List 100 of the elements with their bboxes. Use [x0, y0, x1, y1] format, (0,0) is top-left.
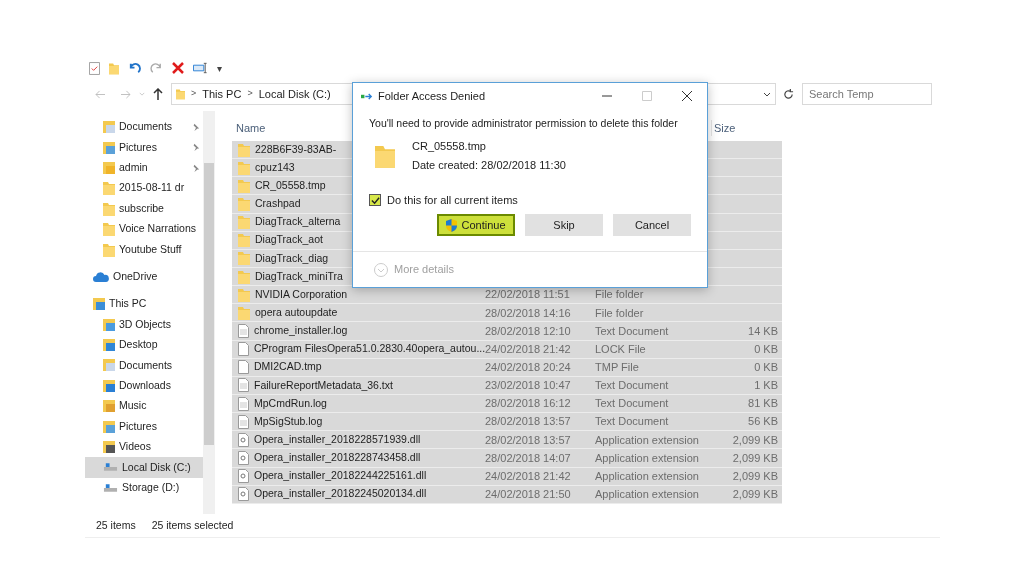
file-name: Opera_installer_20182244225161.dll — [254, 468, 427, 484]
file-row[interactable]: opera autoupdate 28/02/2018 14:16 File folder — [232, 304, 782, 323]
breadcrumb-separator: > — [247, 87, 253, 101]
file-name: DMI2CAD.tmp — [254, 359, 322, 375]
text-document-icon — [238, 414, 249, 429]
sidebar-item[interactable]: Storage (D:) — [85, 477, 203, 499]
dialog-button[interactable]: Continue — [437, 214, 515, 237]
sidebar-item[interactable]: subscribe — [85, 198, 203, 219]
file-row[interactable]: MpSigStub.log 28/02/2018 13:57 Text Document 56 KB — [232, 413, 782, 432]
text-document-icon — [238, 323, 249, 338]
breadcrumb-item[interactable]: This PC — [202, 85, 242, 103]
sidebar-item[interactable]: OneDrive — [85, 266, 203, 288]
file-name: chrome_installer.log — [254, 323, 348, 339]
date-cell-text: 24/02/2018 21:50 — [485, 487, 572, 502]
maximize-icon[interactable] — [642, 91, 652, 101]
size-cell-text: 2,099 KB — [732, 432, 779, 448]
size-cell-text: 2,099 KB — [732, 468, 779, 484]
sidebar-item[interactable]: Documents — [85, 117, 203, 138]
gear-document-icon — [238, 450, 249, 465]
drive-icon — [103, 482, 118, 493]
date-cell-text: 23/02/2018 10:47 — [485, 378, 572, 394]
file-name: Opera_installer_2018228571939.dll — [254, 431, 421, 447]
type-cell-text: Application extension — [595, 468, 700, 484]
folder-icon — [103, 242, 115, 257]
date-cell-text: 28/02/2018 14:16 — [485, 305, 572, 321]
file-name: opera autoupdate — [255, 304, 338, 320]
expand-chevron-icon[interactable] — [374, 262, 388, 277]
sidebar-item[interactable]: This PC — [85, 294, 203, 315]
type-cell-text: Text Document — [595, 378, 670, 394]
close-icon[interactable] — [682, 91, 692, 101]
scrollbar-thumb[interactable] — [204, 163, 214, 445]
permission-message: You'll need to provide administrator permission to delete this folder — [369, 116, 679, 131]
folder-icon — [103, 201, 115, 216]
sidebar-item[interactable]: admin — [85, 157, 203, 179]
breadcrumb-item[interactable]: Local Disk (C:) — [258, 85, 331, 103]
customize-dropdown[interactable]: ▾ — [217, 60, 222, 76]
size-cell-text: 2,099 KB — [732, 487, 779, 502]
date-cell-text: 24/02/2018 21:42 — [485, 341, 572, 357]
file-name: DiagTrack_alterna — [255, 214, 341, 230]
folder-icon — [176, 88, 185, 100]
dialog-button[interactable]: Skip — [525, 214, 603, 237]
sidebar-item[interactable]: Music — [85, 396, 203, 417]
sidebar-item[interactable]: Youtube Stuff — [85, 239, 203, 260]
scrollbar[interactable] — [203, 111, 215, 514]
sidebar-item[interactable]: Videos — [85, 436, 203, 458]
file-name: DiagTrack_aot — [255, 232, 323, 248]
type-cell-text: LOCK File — [595, 341, 647, 357]
sidebar-item[interactable]: Desktop — [85, 334, 203, 356]
sidebar-item[interactable]: Downloads — [85, 375, 203, 397]
sidebar-item[interactable]: Pictures — [85, 416, 203, 437]
file-name: NVIDIA Corporation — [255, 286, 348, 302]
search-field[interactable]: Search Temp — [802, 83, 932, 105]
sidebar-item[interactable]: 3D Objects — [85, 314, 203, 335]
file-name: 228B6F39-83AB- — [255, 141, 337, 157]
chevron-down-icon[interactable] — [763, 91, 771, 97]
back-arrow-icon[interactable] — [95, 89, 106, 99]
file-row[interactable]: Opera_installer_2018228571939.dll 28/02/2018 13:57 Application extension 2,099 KB — [232, 431, 782, 450]
folder-icon — [238, 142, 250, 157]
folder-icon — [238, 287, 250, 302]
folder-icon — [238, 197, 250, 211]
sidebar-item[interactable]: Documents — [85, 355, 203, 376]
file-name: MpSigStub.log — [254, 413, 323, 429]
column-header[interactable]: Size — [711, 119, 736, 137]
file-row[interactable]: NVIDIA Corporation 22/02/2018 11:51 File folder — [232, 286, 782, 305]
date-cell-text: 28/02/2018 13:57 — [485, 414, 572, 430]
up-arrow-icon[interactable] — [153, 88, 163, 100]
size-cell-text: 81 KB — [748, 396, 779, 412]
type-cell-text: File folder — [595, 287, 645, 303]
file-name: Opera_installer_2018228743458.dll — [254, 450, 421, 466]
sidebar-item[interactable]: Local Disk (C:) — [85, 457, 203, 478]
sidebar-item[interactable]: Pictures — [85, 137, 203, 158]
checkmark-icon — [370, 195, 380, 205]
sidebar-item[interactable]: 2015-08-11 dr — [85, 178, 203, 199]
undo-icon[interactable] — [128, 61, 141, 75]
file-name: CR_05558.tmp — [255, 177, 326, 193]
text-document-icon — [238, 378, 249, 393]
shield-icon — [446, 218, 458, 232]
folder-icon — [109, 61, 119, 75]
file-name: cpuz143 — [255, 159, 295, 175]
dialog-button[interactable]: Cancel — [613, 214, 691, 237]
refresh-icon[interactable] — [783, 88, 794, 100]
folder-icon — [238, 269, 250, 284]
folder-icon — [238, 215, 250, 230]
delete-icon[interactable] — [172, 62, 184, 74]
date-cell-text: 24/02/2018 21:42 — [485, 468, 572, 484]
redo-icon[interactable] — [150, 61, 163, 75]
drive-icon — [103, 462, 118, 473]
file-row[interactable]: chrome_installer.log 28/02/2018 12:10 Text Document 14 KB — [232, 322, 782, 341]
breadcrumb-separator: > — [191, 87, 197, 101]
sidebar-item[interactable]: Voice Narrations — [85, 218, 203, 240]
type-cell-text: Text Document — [595, 396, 670, 412]
type-cell-text: Application extension — [595, 432, 700, 448]
properties-icon[interactable] — [89, 61, 100, 75]
checkbox[interactable]: Do this for all current items — [369, 191, 693, 209]
rename-icon[interactable] — [193, 62, 208, 74]
size-cell-text: 56 KB — [748, 414, 779, 430]
date-cell-text: 28/02/2018 12:10 — [485, 323, 572, 339]
forward-arrow-icon[interactable] — [120, 89, 131, 99]
file-row[interactable]: Opera_installer_2018228743458.dll 28/02/2018 14:07 Application extension 2,099 KB — [232, 449, 782, 468]
file-name: MpCmdRun.log — [254, 395, 327, 411]
